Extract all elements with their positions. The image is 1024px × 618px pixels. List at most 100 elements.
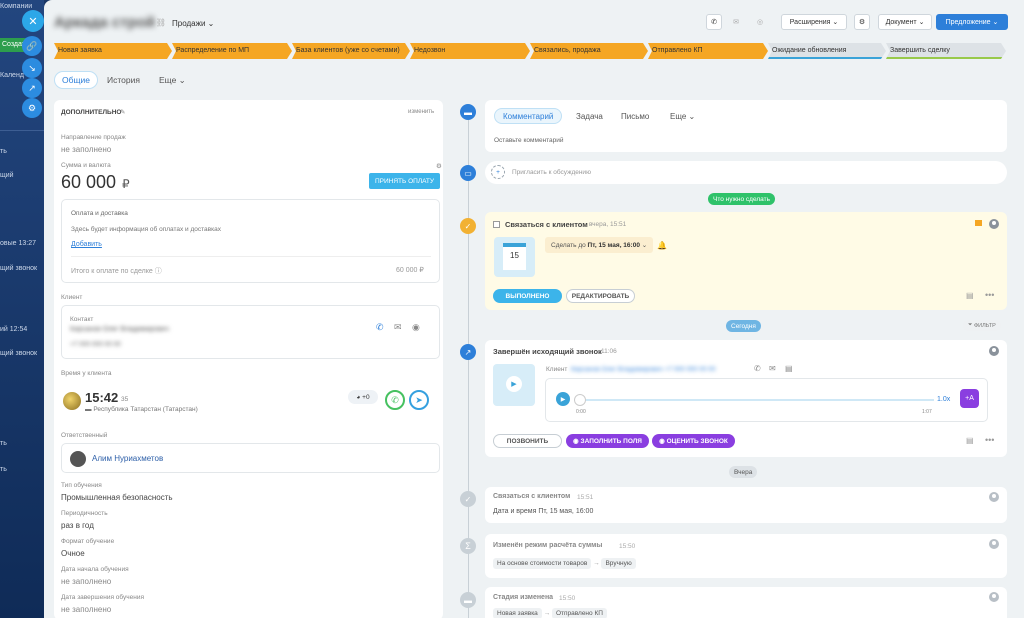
- phone-icon[interactable]: ✆: [706, 14, 722, 30]
- header: Аркада строй ✎ ⛓ Продажи ⌄ ✆ ✉ ◎ Расшире…: [44, 0, 1024, 40]
- tab-more[interactable]: Еще ⌄: [152, 71, 193, 89]
- phone-icon[interactable]: ✆: [376, 322, 384, 333]
- chat-icon: ▭: [460, 165, 476, 181]
- more-icon[interactable]: •••: [985, 290, 994, 300]
- client-link[interactable]: Кирсанов Олег Владимирович +7 000 000 00…: [571, 366, 716, 373]
- bg-item: щий звонок: [0, 265, 38, 272]
- stage-item[interactable]: Отправлено КП: [648, 43, 768, 59]
- stage-item[interactable]: Недозвон: [410, 43, 530, 59]
- avatar-icon: [989, 346, 999, 356]
- link-icon[interactable]: 🔗: [22, 36, 42, 56]
- ai-button[interactable]: +A: [960, 389, 979, 408]
- responsible-card[interactable]: Алим Нуриахметов: [61, 443, 440, 473]
- mail-icon[interactable]: ✉: [769, 364, 776, 373]
- contact-name[interactable]: Кирсанов Олег Владимирович: [70, 326, 169, 333]
- tab-letter[interactable]: Письмо: [621, 112, 649, 121]
- avatar-icon: [989, 492, 999, 502]
- history-item: Связаться с клиентом 15:51 Дата и время …: [485, 487, 1007, 523]
- tab-history[interactable]: История: [100, 71, 147, 89]
- tab-general[interactable]: Общие: [54, 71, 98, 89]
- invite-text[interactable]: Пригласить к обсуждению: [512, 169, 591, 176]
- gear-icon[interactable]: ⚙: [436, 162, 442, 170]
- tab-more[interactable]: Еще ⌄: [670, 112, 695, 121]
- contact-phone[interactable]: +7 000 000 00 00: [70, 341, 121, 348]
- edit-icon[interactable]: ✎ ⛓: [147, 18, 166, 27]
- note-icon[interactable]: ▤: [966, 436, 974, 445]
- field-value: раз в год: [61, 521, 94, 530]
- contact-card: Контакт Кирсанов Олег Владимирович +7 00…: [61, 305, 440, 359]
- audio-illustration: ▶: [493, 364, 535, 406]
- stage-item[interactable]: Ожидание обновления: [768, 43, 886, 59]
- stage-item[interactable]: Завершить сделку: [886, 43, 1006, 59]
- field-label: Ответственный: [61, 432, 108, 439]
- mail-icon[interactable]: ✉: [394, 322, 402, 333]
- currency: ₽: [122, 177, 130, 191]
- add-user-icon[interactable]: +: [491, 165, 505, 179]
- section-title: ДОПОЛНИТЕЛЬНО: [61, 109, 122, 116]
- yesterday-badge: Вчера: [729, 466, 758, 478]
- bg-item: овые 13:27: [0, 240, 36, 247]
- document-icon[interactable]: ▤: [785, 364, 793, 373]
- task-title: Связаться с клиентом: [505, 220, 588, 229]
- sms-icon[interactable]: ◎: [752, 14, 768, 30]
- speed-button[interactable]: 1.0x: [937, 396, 950, 403]
- bell-icon[interactable]: 🔔: [657, 241, 667, 250]
- field-label: Клиент: [61, 294, 83, 301]
- task-time: вчера, 15:51: [589, 221, 627, 228]
- more-icon[interactable]: •••: [985, 435, 994, 445]
- fill-fields-button[interactable]: ◉ ЗАПОЛНИТЬ ПОЛЯ: [566, 434, 649, 448]
- rate-call-button[interactable]: ◉ ОЦЕНИТЬ ЗВОНОК: [652, 434, 735, 448]
- invite-card[interactable]: + Пригласить к обсуждению: [485, 161, 1007, 184]
- chat-icon[interactable]: ◉: [412, 322, 420, 333]
- messengers-count[interactable]: ◕ +0: [348, 390, 378, 404]
- done-button[interactable]: ВЫПОЛНЕНО: [493, 289, 562, 303]
- comment-input[interactable]: Оставьте комментарий: [494, 137, 564, 144]
- audio-handle[interactable]: [574, 394, 586, 406]
- avatar-icon: [989, 539, 999, 549]
- stage-bar: Новая заявка Распределение по МП База кл…: [54, 43, 1014, 59]
- call-button[interactable]: ПОЗВОНИТЬ: [493, 434, 562, 448]
- settings-icon[interactable]: ⚙: [854, 14, 870, 30]
- stage-item[interactable]: Связались, продажа: [530, 43, 648, 59]
- audio-track[interactable]: [574, 399, 934, 401]
- close-icon[interactable]: ✕: [22, 10, 44, 32]
- edit-button[interactable]: РЕДАКТИРОВАТЬ: [566, 289, 635, 303]
- play-button[interactable]: ▶: [556, 392, 570, 406]
- open-external-icon[interactable]: ↗: [22, 78, 42, 98]
- extensions-button[interactable]: Расширения ⌄: [781, 14, 847, 30]
- add-link[interactable]: Добавить: [71, 241, 102, 248]
- whatsapp-icon[interactable]: ✆: [385, 390, 405, 410]
- mail-icon[interactable]: ✉: [728, 14, 744, 30]
- tab-task[interactable]: Задача: [576, 112, 603, 121]
- responsible-name[interactable]: Алим Нуриахметов: [92, 454, 163, 463]
- bg-item: ий 12:54: [0, 326, 28, 333]
- deadline-chip[interactable]: Сделать до Пт, 15 мая, 16:00 ⌄: [545, 237, 654, 253]
- telegram-icon[interactable]: ➤: [409, 390, 429, 410]
- category-select[interactable]: Продажи ⌄: [172, 19, 214, 28]
- change-link[interactable]: изменить: [408, 109, 434, 115]
- settings-icon[interactable]: ⚙: [22, 98, 42, 118]
- tab-comment[interactable]: Комментарий: [494, 108, 563, 124]
- document-button[interactable]: Документ ⌄: [878, 14, 932, 30]
- payment-box: Оплата и доставка Здесь будет информация…: [61, 199, 440, 283]
- filter-button[interactable]: ⏷ ФИЛЬТР: [963, 320, 1001, 331]
- history-time: 15:50: [619, 543, 636, 550]
- note-icon[interactable]: ▤: [966, 291, 974, 300]
- task-card: Связаться с клиентом вчера, 15:51 15 Сде…: [485, 212, 1007, 310]
- accept-payment-button[interactable]: ПРИНЯТЬ ОПЛАТУ: [369, 173, 440, 189]
- stage-item[interactable]: Новая заявка: [54, 43, 172, 59]
- edit-icon[interactable]: ✎: [120, 108, 125, 116]
- stage-item[interactable]: Распределение по МП: [172, 43, 292, 59]
- call-title: Завершён исходящий звонок: [493, 347, 602, 356]
- field-value: Промышленная безопасность: [61, 493, 173, 502]
- phone-icon[interactable]: ✆: [754, 364, 761, 373]
- offer-button[interactable]: Предложение ⌄: [936, 14, 1008, 30]
- flag-icon[interactable]: [975, 220, 982, 226]
- task-checkbox[interactable]: [493, 221, 500, 228]
- field-value: не заполнено: [61, 605, 112, 614]
- arrow-icon[interactable]: ↘: [22, 58, 42, 78]
- stage-item[interactable]: База клиентов (уже со счетами): [292, 43, 410, 59]
- stage-icon: ▬: [460, 592, 476, 608]
- calendar-day: 15: [503, 243, 526, 270]
- outgoing-call-icon: ↗: [460, 344, 476, 360]
